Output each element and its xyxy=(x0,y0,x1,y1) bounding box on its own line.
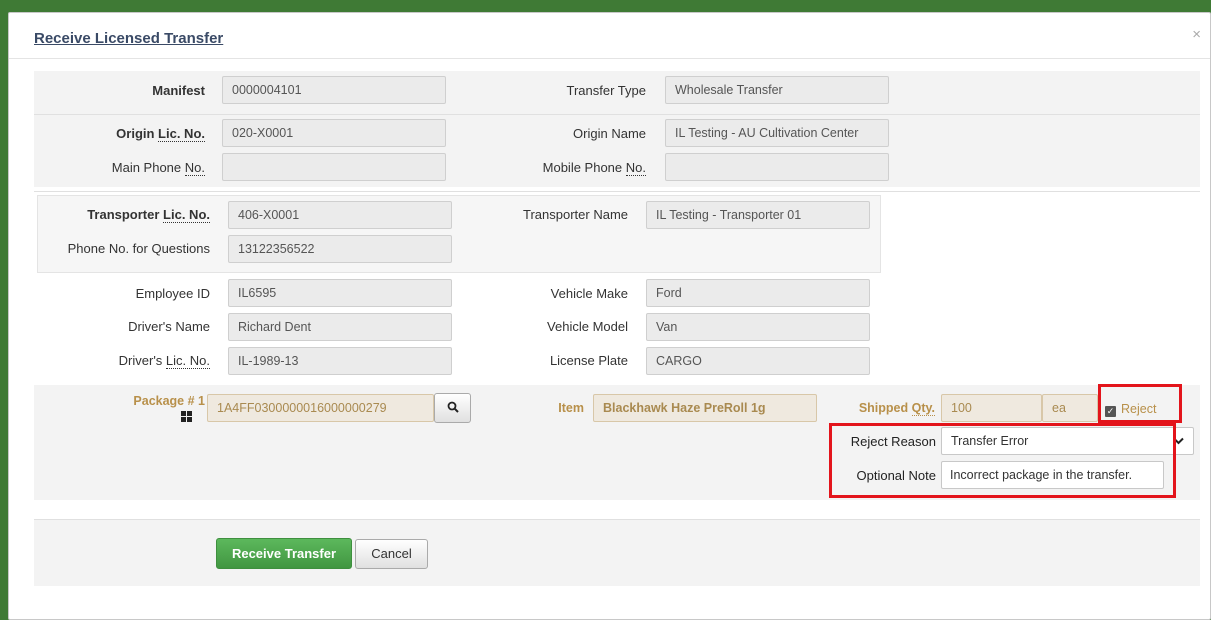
transfer-type-field: Wholesale Transfer xyxy=(665,76,889,104)
package-search-button[interactable] xyxy=(434,393,471,423)
vehicle-model-field: Van xyxy=(646,313,870,341)
label-text: Origin xyxy=(116,126,159,141)
dialog-title: Receive Licensed Transfer xyxy=(34,30,224,47)
origin-name-field: IL Testing - AU Cultivation Center xyxy=(665,119,889,147)
transfer-type-label: Transfer Type xyxy=(566,83,646,98)
transporter-phone-field: 13122356522 xyxy=(228,235,452,263)
label-text: Transporter xyxy=(87,207,164,222)
item-field: Blackhawk Haze PreRoll 1g xyxy=(593,394,817,422)
package-field[interactable]: 1A4FF0300000016000000279 xyxy=(207,394,434,422)
origin-lic-field: 020-X0001 xyxy=(222,119,446,147)
license-plate-label: License Plate xyxy=(549,353,628,368)
receive-transfer-dialog: Receive Licensed Transfer × Manifest 000… xyxy=(8,12,1211,620)
vehicle-make-label: Vehicle Make xyxy=(550,286,628,301)
transporter-lic-field: 406-X0001 xyxy=(228,201,452,229)
transporter-name-label: Transporter Name xyxy=(523,207,628,222)
driver-name-field: Richard Dent xyxy=(228,313,452,341)
label-abbr: No. xyxy=(625,160,646,176)
divider xyxy=(34,114,1200,115)
label-abbr: Lic. No. xyxy=(165,353,210,369)
footer-section xyxy=(34,520,1200,586)
mobile-phone-field xyxy=(665,153,889,181)
vehicle-make-field: Ford xyxy=(646,279,870,307)
driver-name-label: Driver's Name xyxy=(128,319,210,334)
driver-lic-label: Driver's Lic. No. xyxy=(118,353,210,369)
driver-lic-field: IL-1989-13 xyxy=(228,347,452,375)
shipped-qty-label: Shipped Qty. xyxy=(858,401,935,416)
employee-id-field: IL6595 xyxy=(228,279,452,307)
cancel-button[interactable]: Cancel xyxy=(355,539,428,569)
reject-details-highlight xyxy=(829,423,1176,498)
grid-icon[interactable] xyxy=(181,411,192,422)
item-label: Item xyxy=(558,401,584,415)
license-plate-field: CARGO xyxy=(646,347,870,375)
transporter-name-field: IL Testing - Transporter 01 xyxy=(646,201,870,229)
mobile-phone-label: Mobile Phone No. xyxy=(542,160,646,176)
shipped-qty-field: 100 xyxy=(941,394,1042,422)
label-text: Main Phone xyxy=(111,160,185,175)
vehicle-model-label: Vehicle Model xyxy=(547,319,628,334)
employee-id-label: Employee ID xyxy=(135,286,210,301)
transporter-lic-label: Transporter Lic. No. xyxy=(87,207,210,223)
divider xyxy=(34,191,1200,192)
label-abbr: Lic. No. xyxy=(158,126,205,142)
unit-field: ea xyxy=(1042,394,1098,422)
origin-lic-label: Origin Lic. No. xyxy=(116,126,205,142)
receive-transfer-button[interactable]: Receive Transfer xyxy=(216,538,352,569)
manifest-field: 0000004101 xyxy=(222,76,446,104)
label-abbr: Qty. xyxy=(911,401,935,416)
label-text: Shipped xyxy=(858,401,912,415)
label-text: Mobile Phone xyxy=(542,160,626,175)
title-divider xyxy=(9,58,1210,59)
transporter-phone-label: Phone No. for Questions xyxy=(67,241,210,256)
label-text: Driver's xyxy=(118,353,166,368)
origin-name-label: Origin Name xyxy=(573,126,646,141)
manifest-label: Manifest xyxy=(152,83,205,98)
search-icon xyxy=(447,401,459,413)
main-phone-label: Main Phone No. xyxy=(111,160,205,176)
package-label: Package # 1 xyxy=(133,394,205,408)
label-abbr: No. xyxy=(184,160,205,176)
label-abbr: Lic. No. xyxy=(163,207,210,223)
close-icon[interactable]: × xyxy=(1192,26,1201,43)
reject-highlight xyxy=(1098,384,1182,423)
main-phone-field xyxy=(222,153,446,181)
